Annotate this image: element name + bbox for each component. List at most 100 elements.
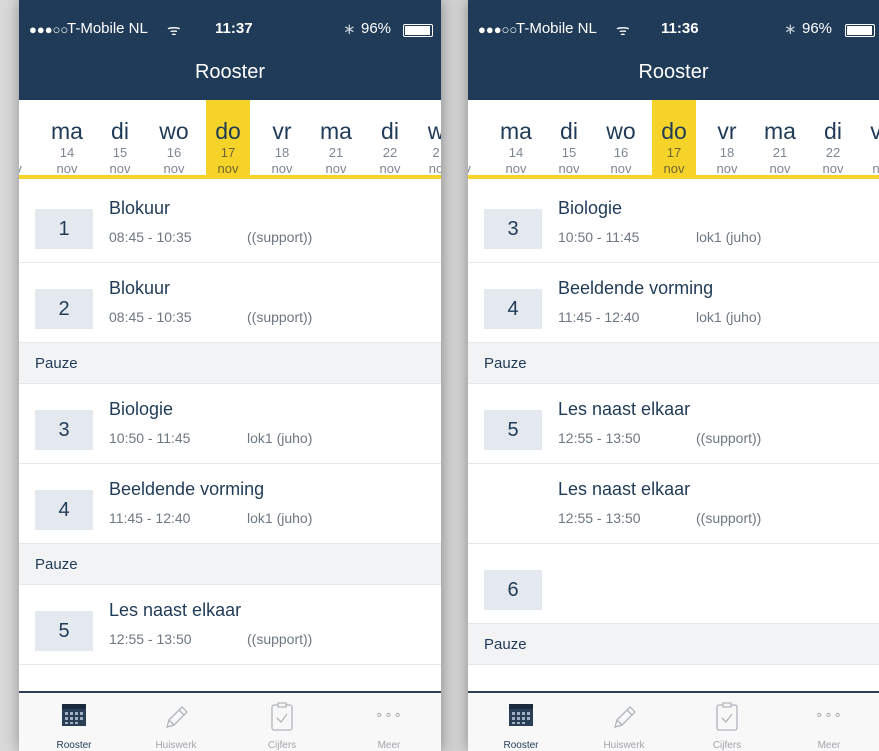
checklist-icon xyxy=(715,702,739,737)
status-time: 11:36 xyxy=(661,20,699,37)
day-item[interactable]: ma 14 nov xyxy=(45,100,89,176)
lesson-name: Les naast elkaar xyxy=(109,600,242,620)
tab-bar: Rooster Huiswerk Cijfers ∘∘∘ Meer xyxy=(19,691,441,751)
pause-row: Pauze xyxy=(468,624,879,665)
hour-badge: 3 xyxy=(484,209,542,249)
day-item[interactable]: di 15 nov xyxy=(98,100,142,176)
hour-badge: 5 xyxy=(35,611,93,651)
navigation-bar: ●●●○○ T-Mobile NL ᯤ 11:36 ∗ 96% Rooster xyxy=(468,0,879,100)
tab-bar: Rooster Huiswerk Cijfers ∘∘∘ Meer xyxy=(468,691,879,751)
hour-badge: 1 xyxy=(35,209,93,249)
tab-meer[interactable]: ∘∘∘ Meer xyxy=(779,693,879,751)
tab-label: Huiswerk xyxy=(155,740,197,751)
lesson-time: 11:45 - 12:40 xyxy=(558,309,640,325)
lesson-name: Biologie xyxy=(558,198,623,218)
lesson-row[interactable]: 5 Les naast elkaar 12:55 - 13:50 ((suppo… xyxy=(468,384,879,464)
day-item[interactable]: ma 21 nov xyxy=(314,100,358,176)
battery-icon xyxy=(845,24,875,37)
tab-meer[interactable]: ∘∘∘ Meer xyxy=(339,693,439,751)
navigation-bar: ●●●○○ T-Mobile NL ᯤ 11:37 ∗ 96% Rooster xyxy=(19,0,441,100)
battery-percentage: 96% xyxy=(802,20,833,37)
hour-badge: 2 xyxy=(35,289,93,329)
day-item[interactable]: ma 14 nov xyxy=(494,100,538,176)
tab-label: Meer xyxy=(377,740,401,751)
tab-label: Cijfers xyxy=(712,740,742,751)
lesson-row[interactable]: 3 Biologie 10:50 - 11:45 lok1 (juho) xyxy=(19,384,441,464)
pause-label: Pauze xyxy=(35,556,78,573)
tab-label: Rooster xyxy=(56,740,92,751)
lesson-row[interactable]: 4 Beeldende vorming 11:45 - 12:40 lok1 (… xyxy=(468,263,879,343)
lesson-name: Beeldende vorming xyxy=(109,479,265,499)
tab-label: Huiswerk xyxy=(603,740,645,751)
lesson-time: 10:50 - 11:45 xyxy=(109,430,191,446)
day-item-selected[interactable]: do 17 nov xyxy=(206,100,250,176)
day-item[interactable]: ma 21 nov xyxy=(758,100,802,176)
tab-cijfers[interactable]: Cijfers xyxy=(232,693,332,751)
lesson-row[interactable]: 6 xyxy=(468,544,879,624)
day-item[interactable]: di 15 nov xyxy=(547,100,591,176)
lesson-row[interactable]: 5 Les naast elkaar 12:55 - 13:50 ((suppo… xyxy=(19,585,441,665)
carrier-name: T-Mobile NL xyxy=(67,20,148,37)
lesson-time: 10:50 - 11:45 xyxy=(558,229,640,245)
day-item[interactable]: vr 18 nov xyxy=(705,100,749,176)
lesson-name: Blokuur xyxy=(109,198,171,218)
lesson-name: Beeldende vorming xyxy=(558,278,714,298)
lesson-row[interactable]: Les naast elkaar 12:55 - 13:50 ((support… xyxy=(468,464,879,544)
lesson-location: lok1 (juho) xyxy=(696,229,762,245)
pause-label: Pauze xyxy=(484,636,527,653)
lesson-location: lok1 (juho) xyxy=(247,510,313,526)
lesson-time: 08:45 - 10:35 xyxy=(109,229,192,245)
status-bar: ●●●○○ T-Mobile NL ᯤ 11:36 ∗ 96% xyxy=(468,0,879,39)
lesson-row[interactable]: 4 Beeldende vorming 11:45 - 12:40 lok1 (… xyxy=(19,464,441,544)
phone-screen-right: ●●●○○ T-Mobile NL ᯤ 11:36 ∗ 96% Rooster … xyxy=(468,0,879,751)
tab-rooster[interactable]: Rooster xyxy=(471,693,571,751)
status-bar: ●●●○○ T-Mobile NL ᯤ 11:37 ∗ 96% xyxy=(19,0,441,39)
day-item-selected[interactable]: do 17 nov xyxy=(652,100,696,176)
carrier-name: T-Mobile NL xyxy=(516,20,597,37)
page-title: Rooster xyxy=(194,61,266,83)
hour-badge: 6 xyxy=(484,570,542,610)
hour-badge: 3 xyxy=(35,410,93,450)
day-item[interactable]: vr 18 nov xyxy=(260,100,304,176)
pencil-icon xyxy=(609,702,639,737)
tab-rooster[interactable]: Rooster xyxy=(24,693,124,751)
bluetooth-icon: ∗ xyxy=(784,21,797,38)
calendar-icon xyxy=(61,702,87,733)
more-icon: ∘∘∘ xyxy=(375,707,403,722)
signal-strength-icon: ●●●○○ xyxy=(478,22,518,37)
lesson-name: Blokuur xyxy=(109,278,171,298)
day-item[interactable]: wo 16 nov xyxy=(152,100,196,176)
tab-huiswerk[interactable]: Huiswerk xyxy=(574,693,674,751)
lesson-row[interactable]: 1 Blokuur 08:45 - 10:35 ((support)) xyxy=(19,183,441,263)
day-selector: r 1 ov ma 14 nov di 15 nov wo 16 nov do … xyxy=(19,100,441,179)
phone-screen-left: ●●●○○ T-Mobile NL ᯤ 11:37 ∗ 96% Rooster … xyxy=(19,0,441,751)
lesson-name: Biologie xyxy=(109,399,174,419)
day-item[interactable]: w 2 no xyxy=(414,100,441,176)
tab-label: Rooster xyxy=(503,740,539,751)
lesson-location: ((support)) xyxy=(696,510,762,526)
schedule-list: 1 Blokuur 08:45 - 10:35 ((support)) 2 Bl… xyxy=(19,183,441,691)
pause-row: Pauze xyxy=(468,343,879,384)
pencil-icon xyxy=(161,702,191,737)
status-time: 11:37 xyxy=(215,20,253,37)
checklist-icon xyxy=(270,702,294,737)
day-item[interactable]: wo 16 nov xyxy=(599,100,643,176)
hour-badge: 4 xyxy=(484,289,542,329)
battery-percentage: 96% xyxy=(361,20,392,37)
day-item[interactable]: v n xyxy=(854,100,879,176)
calendar-icon xyxy=(508,702,534,733)
pause-row: Pauze xyxy=(19,544,441,585)
wifi-icon: ᯤ xyxy=(616,22,630,39)
tab-cijfers[interactable]: Cijfers xyxy=(677,693,777,751)
lesson-row[interactable]: 2 Blokuur 08:45 - 10:35 ((support)) xyxy=(19,263,441,343)
pause-label: Pauze xyxy=(484,355,527,372)
page-title: Rooster xyxy=(638,61,709,83)
tab-huiswerk[interactable]: Huiswerk xyxy=(126,693,226,751)
tab-label: Cijfers xyxy=(267,740,297,751)
lesson-row[interactable]: 3 Biologie 10:50 - 11:45 lok1 (juho) xyxy=(468,183,879,263)
signal-strength-icon: ●●●○○ xyxy=(29,22,69,37)
lesson-time: 12:55 - 13:50 xyxy=(109,631,192,647)
day-selector: r 1 ov ma 14 nov di 15 nov wo 16 nov do … xyxy=(468,100,879,179)
pause-row: Pauze xyxy=(19,343,441,384)
lesson-location: ((support)) xyxy=(247,229,313,245)
